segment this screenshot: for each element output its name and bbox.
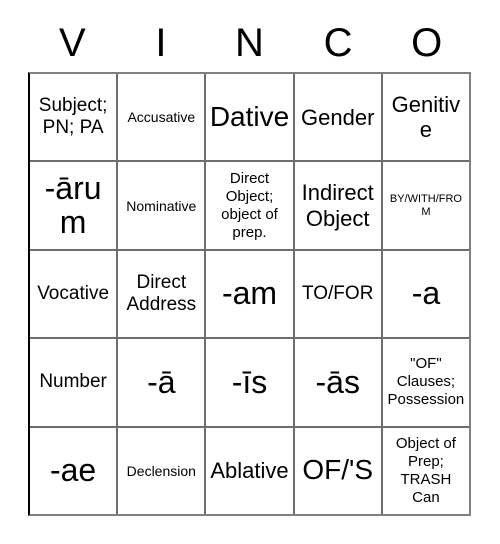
bingo-cell[interactable]: OF/'S — [292, 427, 381, 515]
bingo-row: -ārum Nominative Direct Object; object o… — [30, 160, 469, 249]
bingo-cell[interactable]: -am — [204, 250, 292, 338]
bingo-cell-label: Dative — [209, 100, 290, 132]
bingo-cell[interactable]: -a — [380, 250, 469, 338]
bingo-header-row: V I N C O — [28, 14, 471, 72]
bingo-grid: Subject; PN; PA Accusative Dative Gender… — [28, 72, 471, 516]
bingo-cell[interactable]: Object of Prep; TRASH Can — [380, 427, 469, 515]
header-letter-cell-5: O — [382, 14, 471, 72]
bingo-cell[interactable]: Direct Address — [116, 250, 204, 338]
bingo-cell[interactable]: Ablative — [204, 427, 292, 515]
header-letter-n: N — [235, 21, 264, 65]
bingo-cell[interactable]: Genitive — [380, 74, 469, 161]
bingo-cell-label: -a — [411, 275, 441, 312]
bingo-cell-label: Number — [39, 371, 107, 393]
bingo-cell-label: BY/WITH/FROM — [389, 192, 462, 218]
bingo-cell-label: Vocative — [37, 282, 110, 304]
header-letter-cell-1: V — [28, 14, 117, 72]
bingo-cell-label: -ās — [315, 363, 360, 400]
bingo-cell[interactable]: Vocative — [30, 251, 116, 337]
header-letter-v: V — [58, 21, 86, 65]
bingo-cell-label: TO/FOR — [301, 282, 374, 304]
bingo-row: Number -ā -īs -ās "OF" Clauses; Possessi… — [30, 337, 469, 426]
bingo-cell-label: Direct Address — [126, 271, 197, 316]
bingo-cell-label: Indirect Object — [301, 180, 374, 231]
bingo-cell[interactable]: Indirect Object — [292, 162, 381, 249]
bingo-cell[interactable]: Nominative — [116, 162, 204, 249]
bingo-cell-label: -ā — [147, 363, 176, 400]
header-letter-c: C — [323, 21, 353, 65]
bingo-cell[interactable]: BY/WITH/FROM — [380, 162, 469, 249]
bingo-cell[interactable]: -ā — [116, 339, 204, 426]
header-letter-cell-4: C — [294, 14, 383, 72]
bingo-cell[interactable]: Gender — [292, 74, 381, 161]
bingo-row: Vocative Direct Address -am TO/FOR -a — [30, 248, 469, 338]
bingo-cell-label: Gender — [301, 104, 375, 130]
bingo-cell[interactable]: Subject; PN; PA — [30, 74, 116, 160]
bingo-cell[interactable]: Dative — [204, 74, 292, 161]
header-letter-cell-2: I — [117, 14, 206, 72]
bingo-cell-label: Nominative — [126, 197, 197, 214]
bingo-cell[interactable]: TO/FOR — [292, 250, 381, 338]
bingo-cell-label: -ae — [49, 452, 97, 489]
bingo-cell-label: Declension — [126, 462, 196, 479]
header-letter-o: O — [411, 21, 443, 65]
bingo-cell-label: Direct Object; object of prep. — [221, 169, 278, 241]
bingo-cell-label: OF/'S — [302, 454, 374, 486]
bingo-cell-label: Subject; PN; PA — [38, 94, 108, 139]
bingo-cell[interactable]: "OF" Clauses; Possession — [380, 339, 469, 426]
bingo-cell[interactable]: Accusative — [116, 74, 204, 161]
header-letter-i: I — [155, 21, 167, 65]
bingo-cell[interactable]: Direct Object; object of prep. — [204, 162, 292, 249]
bingo-cell-label: Object of Prep; TRASH Can — [395, 434, 456, 506]
bingo-cell[interactable]: -īs — [204, 339, 292, 426]
bingo-cell[interactable]: Number — [30, 339, 116, 425]
bingo-cell-label: -am — [221, 275, 278, 312]
bingo-cell-label: Accusative — [127, 109, 196, 126]
bingo-cell-label: Ablative — [210, 458, 289, 484]
bingo-cell-label: "OF" Clauses; Possession — [387, 355, 465, 409]
bingo-cell-label: Genitive — [391, 91, 461, 143]
bingo-cell-label: -ārum — [44, 170, 102, 240]
bingo-row: Subject; PN; PA Accusative Dative Gender… — [30, 74, 469, 161]
header-letter-cell-3: N — [205, 14, 294, 72]
bingo-cell-label: -īs — [231, 363, 268, 400]
bingo-cell[interactable]: Declension — [116, 427, 204, 515]
bingo-cell[interactable]: -ās — [292, 339, 381, 426]
bingo-cell[interactable]: -ārum — [30, 162, 116, 248]
bingo-cell[interactable]: -ae — [30, 428, 116, 514]
bingo-card: V I N C O Subject; PN; PA Accusative Dat… — [0, 0, 500, 544]
bingo-row: -ae Declension Ablative OF/'S Object of … — [30, 425, 469, 515]
